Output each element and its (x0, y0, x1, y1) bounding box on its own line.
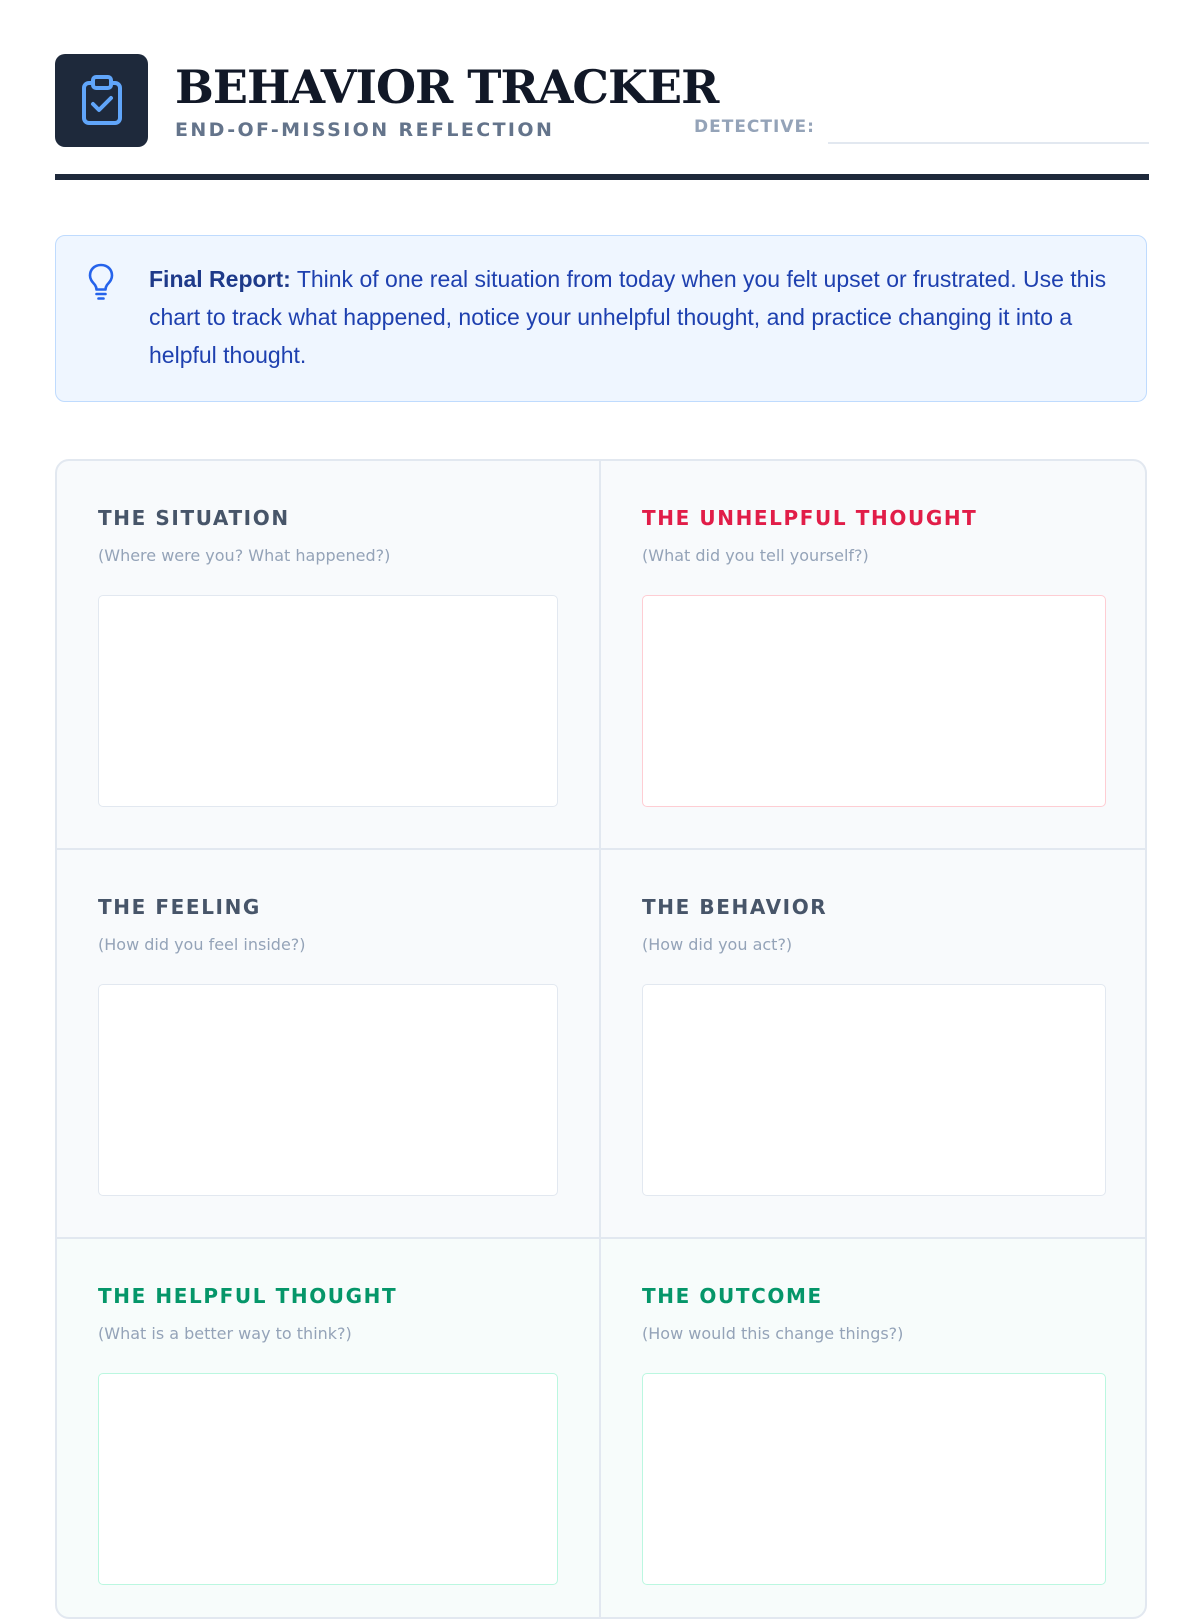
cell-behavior: THE BEHAVIOR (How did you act?) (601, 850, 1145, 1237)
instructions-lead: Final Report: (149, 266, 291, 292)
cell-title-unhelpful-thought: THE UNHELPFUL THOUGHT (642, 506, 978, 530)
header: BEHAVIOR TRACKER END-OF-MISSION REFLECTI… (55, 54, 1149, 147)
cell-situation: THE SITUATION (Where were you? What happ… (57, 461, 599, 848)
instructions-callout: Final Report: Think of one real situatio… (55, 235, 1147, 402)
detective-name-field[interactable] (828, 142, 1149, 144)
cell-hint-helpful-thought: (What is a better way to think?) (98, 1324, 352, 1343)
cell-title-situation: THE SITUATION (98, 506, 290, 530)
page-subtitle: END-OF-MISSION REFLECTION (175, 119, 555, 141)
cell-hint-unhelpful-thought: (What did you tell yourself?) (642, 546, 869, 565)
unhelpful-thought-answer-box[interactable] (642, 595, 1106, 807)
page-title: BEHAVIOR TRACKER (175, 60, 719, 114)
cell-unhelpful-thought: THE UNHELPFUL THOUGHT (What did you tell… (601, 461, 1145, 848)
cell-hint-behavior: (How did you act?) (642, 935, 793, 954)
cell-hint-situation: (Where were you? What happened?) (98, 546, 391, 565)
situation-answer-box[interactable] (98, 595, 558, 807)
lightbulb-icon (88, 263, 114, 300)
outcome-answer-box[interactable] (642, 1373, 1106, 1585)
feeling-answer-box[interactable] (98, 984, 558, 1196)
cell-feeling: THE FEELING (How did you feel inside?) (57, 850, 599, 1237)
clipboard-check-icon (55, 54, 148, 147)
cell-hint-feeling: (How did you feel inside?) (98, 935, 306, 954)
cell-title-behavior: THE BEHAVIOR (642, 895, 828, 919)
worksheet-page: BEHAVIOR TRACKER END-OF-MISSION REFLECTI… (0, 0, 1200, 1619)
cell-hint-outcome: (How would this change things?) (642, 1324, 904, 1343)
cell-outcome: THE OUTCOME (How would this change thing… (601, 1239, 1145, 1617)
behavior-chart-grid: THE SITUATION (Where were you? What happ… (55, 459, 1147, 1619)
cell-title-outcome: THE OUTCOME (642, 1284, 823, 1308)
cell-title-feeling: THE FEELING (98, 895, 261, 919)
behavior-answer-box[interactable] (642, 984, 1106, 1196)
cell-helpful-thought: THE HELPFUL THOUGHT (What is a better wa… (57, 1239, 599, 1617)
header-divider (55, 174, 1149, 180)
helpful-thought-answer-box[interactable] (98, 1373, 558, 1585)
instructions-text: Final Report: Think of one real situatio… (149, 260, 1109, 374)
cell-title-helpful-thought: THE HELPFUL THOUGHT (98, 1284, 398, 1308)
instructions-body: Think of one real situation from today w… (149, 266, 1107, 368)
detective-label: DETECTIVE: (694, 117, 815, 137)
